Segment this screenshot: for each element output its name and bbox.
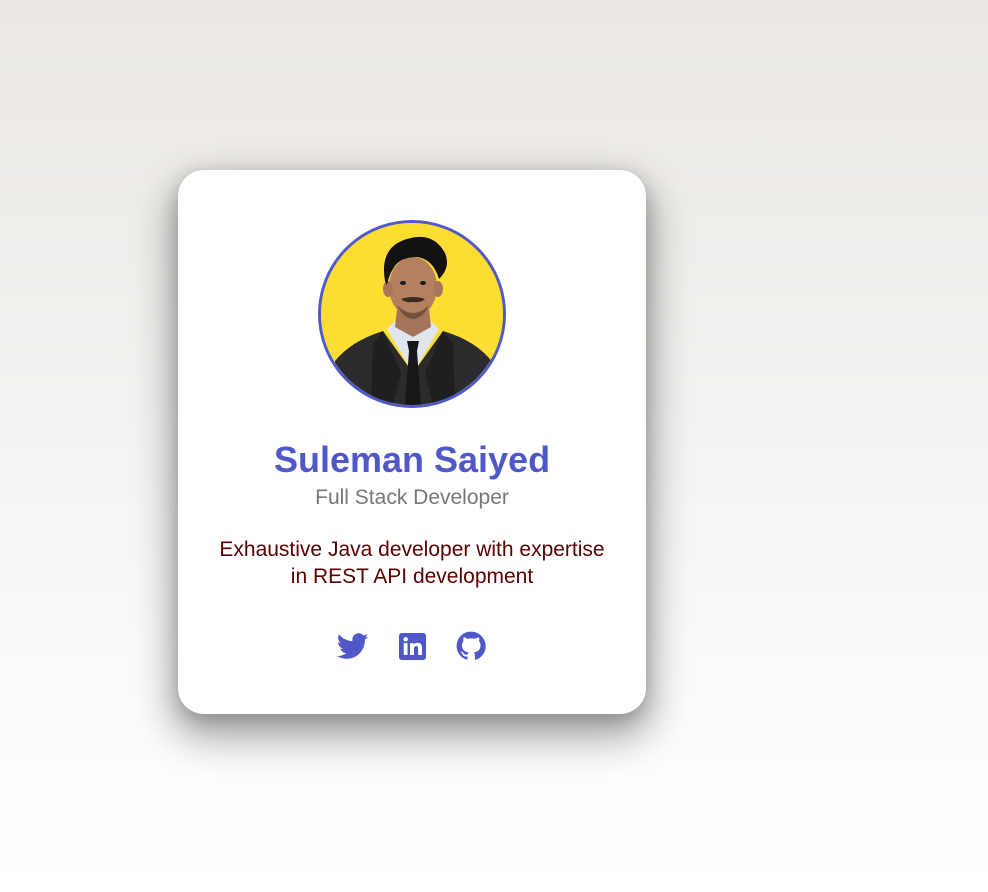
profile-bio: Exhaustive Java developer with expertise… (219, 538, 605, 588)
github-icon (456, 631, 486, 660)
twitter-link[interactable] (337, 630, 369, 662)
social-links (178, 630, 646, 662)
profile-name: Suleman Saiyed (273, 439, 551, 480)
profile-card: Suleman Saiyed Full Stack Developer Exha… (178, 170, 646, 714)
twitter-icon (337, 632, 369, 659)
linkedin-link[interactable] (396, 630, 428, 662)
avatar (318, 220, 506, 408)
profile-role: Full Stack Developer (315, 486, 509, 509)
linkedin-icon (398, 632, 426, 660)
github-link[interactable] (455, 630, 487, 662)
avatar-photo (321, 223, 503, 405)
